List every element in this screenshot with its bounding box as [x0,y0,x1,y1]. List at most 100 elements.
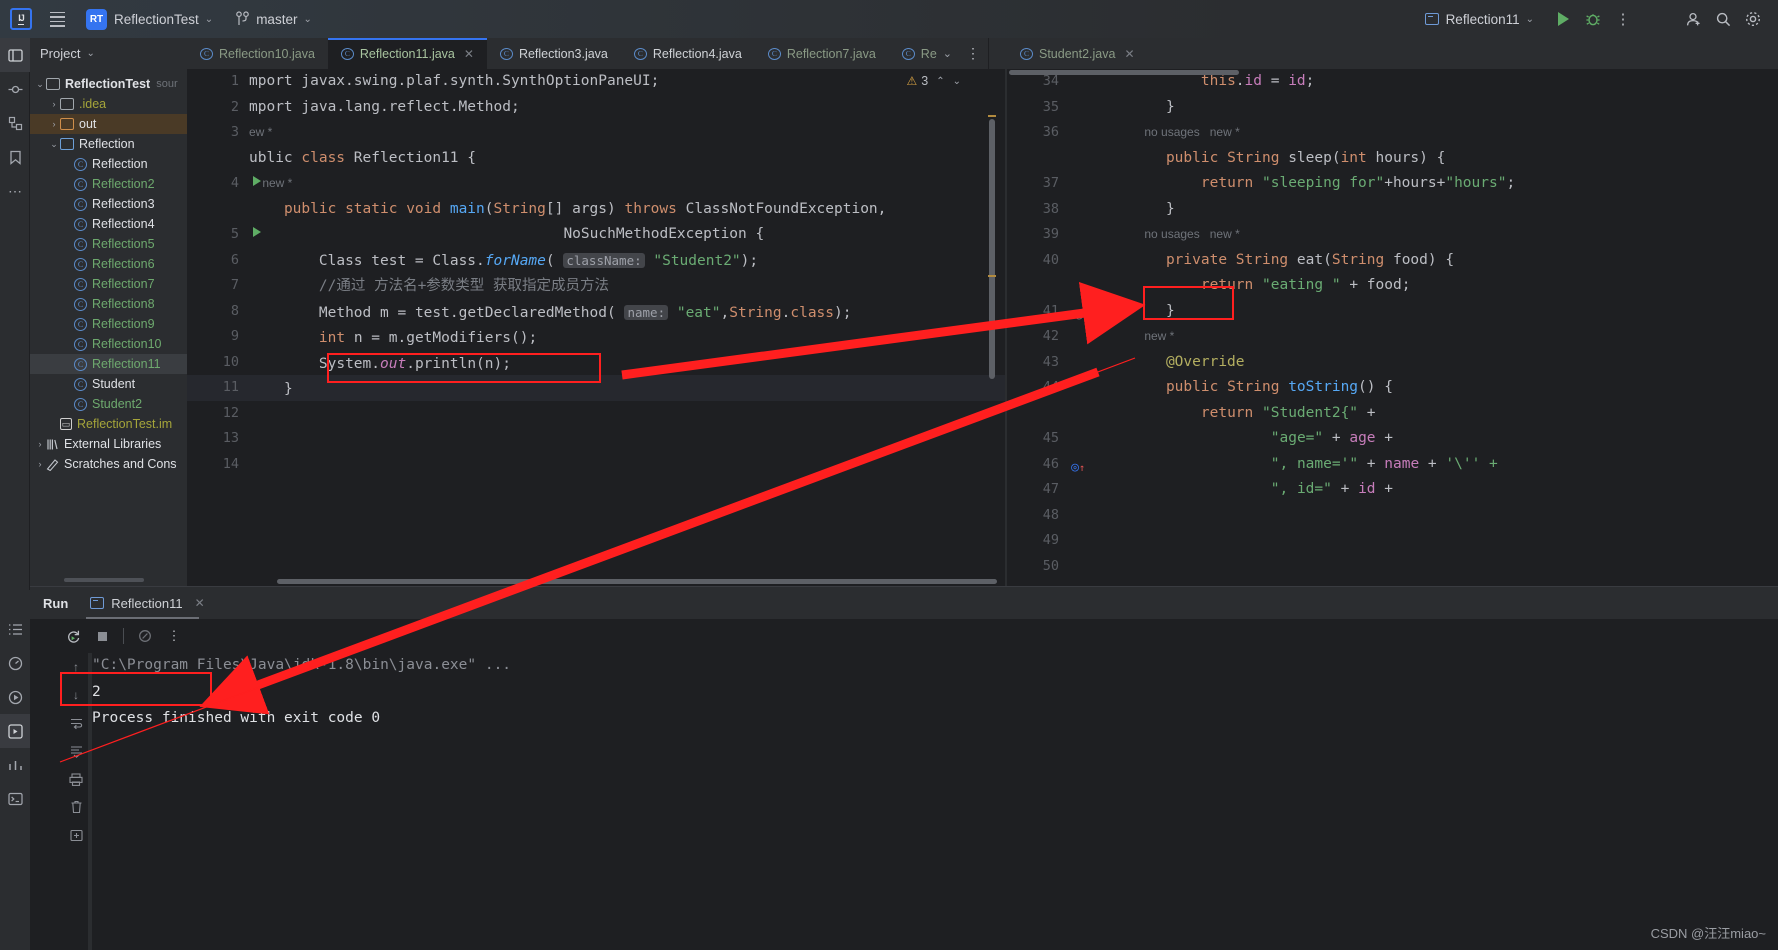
editor-horizontal-scrollbar-left[interactable] [277,579,997,584]
tab-Reflection10[interactable]: C Reflection10.java [187,38,328,69]
chevron-down-icon[interactable]: ⌄ [48,139,60,150]
tree-item-reflection8[interactable]: C Reflection8 [30,294,187,314]
error-stripe-marker[interactable] [988,275,996,277]
project-name-label[interactable]: ReflectionTest [114,12,199,27]
terminal-tool-window-icon[interactable] [0,782,30,816]
debug-icon[interactable] [1578,0,1608,38]
module-folder-icon [46,78,60,90]
editor-code-left[interactable]: mport javax.swing.plaf.synth.SynthOption… [249,69,886,586]
tab-Reflection7[interactable]: C Reflection7.java [755,38,889,69]
profiler-tool-window-icon[interactable] [0,646,30,680]
todo-tool-window-icon[interactable] [0,612,30,646]
tree-item-reflection3[interactable]: C Reflection3 [30,194,187,214]
console-output[interactable]: "C:\Program Files\Java\jdk-1.8\bin\java.… [92,653,1778,950]
tab-label: Reflection11.java [359,46,455,61]
more-vertical-icon[interactable]: ⋮ [958,38,988,69]
editor-code-right[interactable]: this.id = id; } no usages new * public S… [1131,69,1515,586]
tab-Reflection3[interactable]: C Reflection3.java [487,38,621,69]
project-tool-window-icon[interactable] [0,38,30,72]
tree-item-reflection[interactable]: ⌄ Reflection [30,134,187,154]
close-icon[interactable]: ✕ [195,596,205,610]
chevron-right-icon[interactable]: › [34,439,46,449]
tree-item-scratches-and-cons[interactable]: › Scratches and Cons [30,454,187,474]
tree-item-label: Reflection [92,157,148,171]
tree-item-reflectiontest[interactable]: ⌄ ReflectionTest sour [30,74,187,94]
chevron-down-icon[interactable]: ⌄ [937,38,958,69]
settings-icon[interactable] [1738,0,1768,38]
code-line: } [1165,200,1175,217]
close-icon[interactable]: ✕ [464,47,474,61]
tab-Student2[interactable]: C Student2.java ✕ [1007,38,1148,69]
branch-chevron-down-icon[interactable]: ⌄ [303,14,311,25]
editor-vertical-scrollbar-left[interactable] [989,119,995,379]
rerun-icon[interactable] [60,623,86,649]
tree-item-reflection10[interactable]: C Reflection10 [30,334,187,354]
override-gutter-icon[interactable]: ◎↑ [1071,455,1085,482]
tree-item-student2[interactable]: C Student2 [30,394,187,414]
tree-item-external-libraries[interactable]: › External Libraries [30,434,187,454]
chevron-right-icon[interactable]: › [34,459,46,469]
tree-item-label: Reflection11 [92,357,161,371]
more-vertical-icon[interactable]: ⋮ [161,623,187,649]
line-number: 35 [1042,98,1059,115]
tab-Reflection11[interactable]: C Reflection11.java ✕ [327,38,487,69]
line-number: 37 [1042,175,1059,191]
tree-item--idea[interactable]: › .idea [30,94,187,114]
tree-item-reflection5[interactable]: C Reflection5 [30,234,187,254]
editor-pane-right: 34 35 36 37 38 39 40 41 ◎ 42 43 44 45 46 ◎↑ 47 48 49 50 th… [1007,69,1778,586]
tab-label: Reflection7.java [786,46,876,61]
structure-tool-window-icon[interactable] [0,106,30,140]
services-tool-window-icon[interactable] [0,748,30,782]
tree-item-reflection7[interactable]: C Reflection7 [30,274,187,294]
tree-item-out[interactable]: › out [30,114,187,134]
inspection-status-widget[interactable]: ⚠ 3 ⌃ ⌄ [907,74,962,88]
chevron-down-icon[interactable]: ⌄ [34,79,46,90]
tree-item-reflectiontest-im[interactable]: ▭ ReflectionTest.im [30,414,187,434]
tab-Reflection-truncated[interactable]: C Re [889,38,937,69]
run-config-icon [90,597,105,609]
chevron-right-icon[interactable]: › [48,119,60,129]
tree-item-reflection[interactable]: C Reflection [30,154,187,174]
editor-horizontal-scrollbar-right[interactable] [1009,70,1239,75]
more-vertical-icon[interactable]: ⋮ [1608,0,1638,38]
java-class-icon: C [74,357,87,371]
code-line: Class test = Class.forName( className: "… [318,252,759,269]
tree-item-student[interactable]: C Student [30,374,187,394]
run-icon[interactable] [1548,0,1578,38]
tree-item-reflection6[interactable]: C Reflection6 [30,254,187,274]
hamburger-icon[interactable] [42,0,72,38]
tree-item-reflection11[interactable]: C Reflection11 [30,354,187,374]
bookmarks-tool-window-icon[interactable] [0,140,30,174]
project-badge: RT [86,8,107,30]
chevron-down-icon[interactable]: ⌄ [953,76,961,87]
branch-name-label[interactable]: master [256,12,297,27]
project-chevron-down-icon[interactable]: ⌄ [205,14,213,25]
account-icon[interactable] [1678,0,1708,38]
close-icon[interactable]: ✕ [1124,47,1134,61]
tree-item-reflection9[interactable]: C Reflection9 [30,314,187,334]
chevron-right-icon[interactable]: › [48,99,60,109]
project-horizontal-scrollbar[interactable] [64,578,144,582]
tree-item-label: Reflection4 [92,217,155,231]
run-session-tab[interactable]: Reflection11 ✕ [86,587,208,619]
line-number: 43 [1042,353,1059,370]
stop-icon[interactable] [89,623,115,649]
bookmark-gutter-icon[interactable]: ◎ [1075,303,1083,329]
run-configuration-selector[interactable]: Reflection11 ⌄ [1424,12,1534,27]
chevron-up-icon[interactable]: ⌃ [936,76,944,87]
tree-item-reflection4[interactable]: C Reflection4 [30,214,187,234]
error-stripe-marker[interactable] [988,115,996,117]
debug-tool-window-icon[interactable] [0,714,30,748]
project-view-chevron-down-icon[interactable]: ⌄ [86,48,94,59]
run-tool-window-icon[interactable] [0,680,30,714]
line-number: 36 [1042,124,1059,140]
tree-item-label: Reflection7 [92,277,155,291]
code-line: mport javax.swing.plaf.synth.SynthOption… [249,73,660,89]
print-icon[interactable] [132,623,158,649]
tab-Reflection4[interactable]: C Reflection4.java [621,38,755,69]
commit-tool-window-icon[interactable] [0,72,30,106]
search-icon[interactable] [1708,0,1738,38]
tree-item-reflection2[interactable]: C Reflection2 [30,174,187,194]
more-tool-windows-icon[interactable]: ⋯ [0,174,30,208]
code-inlay-hint: new * [249,176,293,190]
